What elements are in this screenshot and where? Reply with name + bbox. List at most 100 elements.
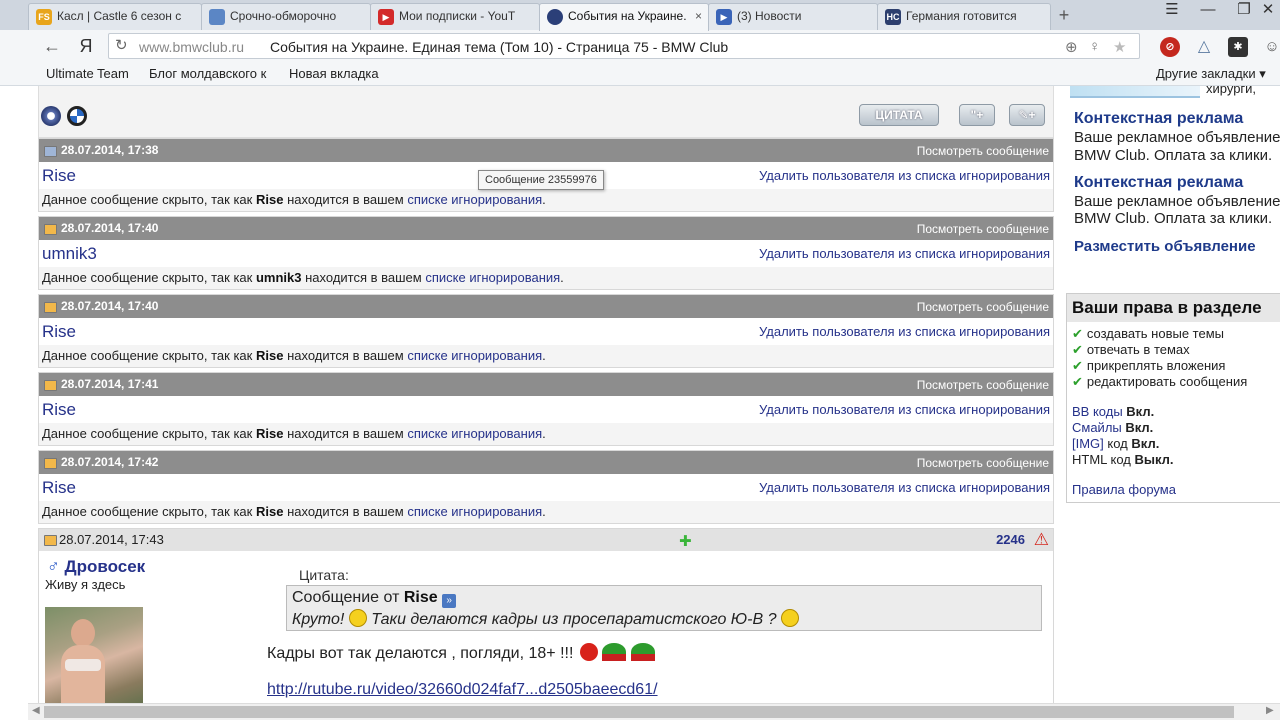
top-ad-fragment[interactable]: хирурги, отзывы: [1066, 86, 1280, 100]
lightbulb-icon[interactable]: ♀: [1089, 38, 1100, 55]
close-window-icon[interactable]: ✕: [1250, 0, 1280, 22]
avatar-head: [71, 619, 95, 647]
code-name-link[interactable]: [IMG]: [1072, 436, 1104, 451]
post-body-line: Кадры вот так делаются , погляди, 18+ !!…: [267, 645, 574, 662]
adblock-icon[interactable]: ⊘: [1160, 37, 1180, 57]
bookmark-new-tab[interactable]: Новая вкладка: [289, 66, 379, 81]
ad-text: Ваше рекламное объявление: [1074, 129, 1280, 146]
post-header: 28.07.2014, 17:40 Посмотреть сообщение: [39, 217, 1053, 240]
check-icon: ✔: [1072, 374, 1083, 389]
ignore-list-link[interactable]: списке игнорирования: [407, 504, 542, 519]
tab-close-icon[interactable]: ×: [695, 4, 702, 29]
menu-icon[interactable]: ☰: [1154, 0, 1190, 22]
avatar[interactable]: [45, 607, 143, 703]
post-author[interactable]: ♂ Дровосек: [47, 557, 145, 577]
place-ad-link[interactable]: Разместить объявление: [1074, 238, 1256, 255]
back-arrow-icon[interactable]: ←: [40, 35, 64, 57]
add-reputation-icon[interactable]: ✚: [679, 532, 692, 550]
goto-post-icon[interactable]: »: [442, 594, 457, 608]
author-name[interactable]: Дровосек: [64, 557, 145, 576]
unignore-user-link[interactable]: Удалить пользователя из списка игнориров…: [759, 480, 1050, 495]
ad-title-link[interactable]: Контекстная реклама: [1074, 174, 1243, 192]
angry-smiley-icon: [579, 643, 598, 661]
right-item: ✔ создавать новые темы: [1072, 326, 1224, 342]
post-date: 28.07.2014, 17:42: [61, 455, 159, 469]
post-username[interactable]: Rise: [42, 166, 76, 186]
ad-text: BMW Club. Оплата за клики.: [1074, 147, 1273, 164]
bookmark-moldova-blog[interactable]: Блог молдавского к: [149, 66, 277, 81]
tab-youtube[interactable]: ▶ Мои подписки - YouT: [370, 3, 540, 30]
ad-text: BMW Club. Оплата за клики.: [1074, 210, 1273, 227]
puzzle-extension-icon[interactable]: ✱: [1228, 37, 1248, 57]
hidden-message-notice: Данное сообщение скрыто, так как Rise на…: [39, 345, 1053, 367]
tab-castle[interactable]: FS Касл | Castle 6 сезон с: [28, 3, 202, 30]
ad-title-link[interactable]: Контекстная реклама: [1074, 110, 1243, 128]
quote-text: Круто! Таки делаются кадры из просепарат…: [292, 609, 1036, 629]
new-tab-button[interactable]: +: [1054, 3, 1074, 27]
quote-source-user[interactable]: Rise: [404, 589, 438, 606]
notice-text: Данное сообщение скрыто, так как: [42, 504, 253, 519]
profile-icon[interactable]: ☺: [1262, 37, 1280, 57]
right-text: отвечать в темах: [1086, 342, 1190, 357]
code-name-link[interactable]: BB коды: [1072, 404, 1123, 419]
view-post-link[interactable]: Посмотреть сообщение: [917, 378, 1049, 392]
tab-news[interactable]: ▶ (3) Новости: [708, 3, 878, 30]
view-post-link[interactable]: Посмотреть сообщение: [917, 300, 1049, 314]
view-post-link[interactable]: Посмотреть сообщение: [917, 144, 1049, 158]
code-name-rest: код: [1106, 452, 1131, 467]
unignore-user-link[interactable]: Удалить пользователя из списка игнориров…: [759, 168, 1050, 183]
unignore-user-link[interactable]: Удалить пользователя из списка игнориров…: [759, 402, 1050, 417]
triangle-extension-icon[interactable]: △: [1194, 37, 1214, 57]
ignored-post: 28.07.2014, 17:41 Посмотреть сообщение R…: [38, 372, 1054, 446]
post-username[interactable]: umnik3: [42, 244, 97, 264]
ignore-list-link[interactable]: списке игнорирования: [425, 270, 560, 285]
horizontal-scrollbar[interactable]: ◀ ▶: [28, 703, 1280, 720]
minimize-icon[interactable]: —: [1190, 0, 1226, 22]
quick-reply-button[interactable]: ✎+: [1009, 104, 1045, 126]
view-post-link[interactable]: Посмотреть сообщение: [917, 222, 1049, 236]
ad-image[interactable]: [1070, 86, 1200, 98]
check-icon: ✔: [1072, 358, 1083, 373]
quote-button[interactable]: ЦИТАТА: [859, 104, 939, 126]
bmw-logo-icon: [67, 106, 87, 126]
post-username[interactable]: Rise: [42, 322, 76, 342]
scroll-right-icon[interactable]: ▶: [1266, 705, 1274, 716]
unignore-user-link[interactable]: Удалить пользователя из списка игнориров…: [759, 246, 1050, 261]
report-warning-icon[interactable]: ⚠: [1034, 530, 1049, 550]
star-icon[interactable]: ★: [1113, 38, 1126, 56]
bookmark-ultimate-team[interactable]: Ultimate Team: [46, 66, 129, 81]
tab-germany[interactable]: НС Германия готовится: [877, 3, 1051, 30]
post-number-link[interactable]: 2246: [996, 532, 1025, 547]
tab-label: Касл | Castle 6 сезон с: [57, 9, 182, 23]
ignore-list-link[interactable]: списке игнорирования: [407, 192, 542, 207]
yandex-icon[interactable]: Я: [74, 35, 98, 57]
notice-punct: .: [542, 192, 546, 207]
post-header: 28.07.2014, 17:42 Посмотреть сообщение: [39, 451, 1053, 474]
ignore-list-link[interactable]: списке игнорирования: [407, 348, 542, 363]
post-username[interactable]: Rise: [42, 400, 76, 420]
visible-post: 28.07.2014, 17:43 ✚ 2246 ⚠ ♂ Дровосек Жи…: [38, 528, 1054, 703]
ad-text[interactable]: хирурги, отзывы: [1206, 86, 1280, 100]
quote-source-text: Сообщение от: [292, 589, 400, 606]
zoom-icon[interactable]: ⊕: [1065, 38, 1078, 56]
code-setting: BB коды Вкл.: [1072, 404, 1154, 419]
reload-icon[interactable]: ↻: [115, 36, 128, 54]
post-date: 28.07.2014, 17:43: [59, 532, 164, 547]
right-text: редактировать сообщения: [1086, 374, 1248, 389]
unignore-user-link[interactable]: Удалить пользователя из списка игнориров…: [759, 324, 1050, 339]
tab-urgent[interactable]: Срочно-обморочно: [201, 3, 371, 30]
multiquote-button[interactable]: "+: [959, 104, 995, 126]
video-link[interactable]: http://rutube.ru/video/32660d024faf7...d…: [267, 681, 658, 699]
scroll-left-icon[interactable]: ◀: [32, 705, 40, 716]
tab-bmwclub[interactable]: События на Украине. ×: [539, 3, 709, 31]
address-bar[interactable]: ↻ www.bmwclub.ru События на Украине. Еди…: [108, 33, 1140, 59]
view-post-link[interactable]: Посмотреть сообщение: [917, 456, 1049, 470]
tab-label: (3) Новости: [737, 9, 802, 23]
code-name-link[interactable]: Смайлы: [1072, 420, 1122, 435]
notice-punct: .: [542, 504, 546, 519]
other-bookmarks[interactable]: Другие закладки ▾: [1156, 66, 1266, 82]
ignore-list-link[interactable]: списке игнорирования: [407, 426, 542, 441]
post-username[interactable]: Rise: [42, 478, 76, 498]
scrollbar-thumb[interactable]: [44, 706, 1234, 718]
forum-rules-link[interactable]: Правила форума: [1072, 482, 1176, 497]
